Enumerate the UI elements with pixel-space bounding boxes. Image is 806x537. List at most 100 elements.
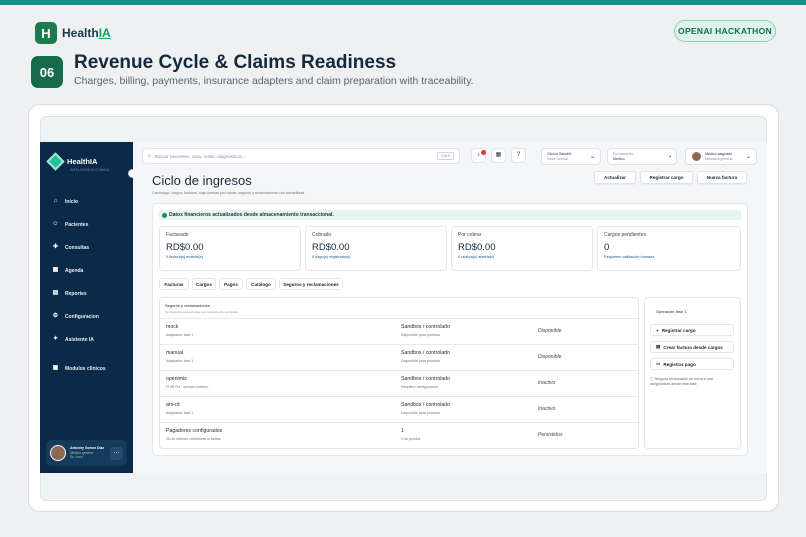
table-row-status: Inactivo [538, 406, 556, 412]
table-row-name-sub: Adaptador fase 1 [166, 333, 194, 337]
table-title: Seguros y reclamaciones [165, 303, 210, 308]
gear-icon: ⚙ [52, 313, 59, 319]
register-charge-button[interactable]: Registrar cargo [640, 171, 693, 184]
table-row-mode: Sandbox / controlado [401, 402, 451, 408]
plus-icon: + [656, 327, 659, 333]
wallet-icon: ▭ [656, 361, 661, 366]
page-title: Ciclo de ingresos [152, 173, 252, 188]
ops-register-charge-button[interactable]: + Registrar cargo [650, 324, 734, 336]
table-row-mode-sub: Disponible para pruebas [401, 359, 440, 363]
ops-create-invoice-button[interactable]: ▤ Crear factura desde cargos [650, 341, 734, 353]
check-icon [162, 212, 167, 218]
doctor-specialty: Medicina general [705, 156, 733, 161]
table-row-status: Disponible [538, 354, 562, 360]
insurance-table [159, 297, 639, 449]
table-row-name-sub: Adaptador fase 1 [166, 411, 194, 415]
table-row-name: mock [166, 324, 179, 330]
search-placeholder: Buscar pacientes, citas, notas, diagnóst… [154, 153, 246, 159]
search-icon: ⌕ [148, 153, 151, 159]
table-row-mode-sub: Requiere configuración [401, 385, 438, 389]
sidebar-item-pacientes[interactable]: ☺ Pacientes [52, 221, 88, 228]
row-divider [160, 370, 638, 371]
sidebar-item-agenda[interactable]: ▦ Agenda [52, 267, 84, 274]
sidebar-item-consultas[interactable]: ✚ Consultas [52, 244, 89, 251]
search-input[interactable]: ⌕ Buscar pacientes, citas, notas, diagnó… [142, 148, 460, 164]
calendar-button[interactable]: ▦ [491, 148, 506, 163]
sidebar-item-inicio[interactable]: ⌂ Inicio [52, 198, 78, 205]
table-row-mode-sub: Disponible para pruebas [401, 333, 440, 337]
clinic-branch: Sede Central [547, 156, 568, 161]
table-row-status: Disponible [538, 328, 562, 334]
table-row-mode: 1 [401, 428, 404, 434]
logo-mark-icon: H [35, 22, 57, 44]
chevron-down-icon: ⌄ [745, 154, 751, 160]
calendar-icon: ▦ [52, 267, 59, 273]
sparkle-icon: ✦ [52, 336, 59, 342]
tab-pagos[interactable]: Pagos [219, 278, 243, 290]
sidebar-item-asistente-ia[interactable]: ✦ Asistente IA [52, 336, 94, 343]
help-icon: ? [516, 152, 521, 158]
doctor-avatar [691, 151, 702, 162]
status-banner: Datos financieros actualizados desde alm… [159, 210, 741, 220]
help-button[interactable]: ? [511, 148, 526, 163]
healthia-logo: H HealthIA [35, 22, 111, 44]
document-icon: ▤ [656, 344, 661, 349]
sidebar-brand-sub: INTELIGENCIA CLÍNICA [70, 168, 109, 172]
more-options-icon[interactable]: … [110, 446, 123, 460]
doctor-select[interactable]: Médico asignado Medicina general ⌄ [685, 148, 757, 165]
ops-register-payment-button[interactable]: ▭ Registrar pago [650, 358, 734, 370]
clinic-select[interactable]: Clínica SaludIA Sede Central ⌄ [541, 148, 601, 165]
table-row-mode-sub: Disponible para pruebas [401, 411, 440, 415]
metric-cargos-pendientes: Cargos pendientes 0 Requieren validación… [597, 226, 741, 271]
role-select[interactable]: Rol asumido Médico ▪ [607, 148, 677, 165]
tab-facturas[interactable]: Facturas [159, 278, 189, 290]
operations-panel [644, 297, 741, 449]
table-row-name-sub: FHIR R4 · servicio externo [166, 385, 209, 389]
user-status: En línea [70, 455, 83, 460]
home-icon: ⌂ [53, 198, 58, 204]
new-invoice-button[interactable]: Nueva factura [697, 171, 747, 184]
table-subtitle: No disponible para esta fase, se mostrar… [165, 310, 240, 314]
notification-badge [481, 150, 486, 155]
search-shortcut: Ctrl K [437, 152, 454, 160]
metric-facturado: Facturado RD$0.00 0 factura(s) emitida(s… [159, 226, 301, 271]
sidebar-user-card[interactable]: Antoniry Gomez Díaz Médico general En lí… [46, 440, 127, 466]
lock-icon: ▪ [669, 153, 671, 160]
table-row-name-sub: Adaptador fase 1 [166, 359, 194, 363]
table-row-name: openimis [166, 376, 187, 382]
sidebar-brand-name: HealthIA [67, 157, 98, 166]
bell-icon: ♪ [477, 152, 480, 158]
table-row-name: Pagadores configurados [166, 428, 223, 434]
metric-cobrado: Cobrado RD$0.00 0 pago(s) registrado(s) [305, 226, 447, 271]
page-subtitle: Cardiologo, cargos, facturas, caja cuent… [152, 191, 306, 195]
hero-title: Revenue Cycle & Claims Readiness [74, 52, 397, 73]
grid-icon: ▣ [52, 365, 59, 371]
ops-title: Operación fase 1 [656, 309, 687, 314]
ops-note: ⓘ Ninguna reclamación se envía a una ase… [650, 377, 713, 386]
table-row-name: ars-rd [166, 402, 180, 408]
top-accent-bar [0, 0, 806, 5]
sidebar: HealthIA INTELIGENCIA CLÍNICA ⌂ Inicio ☺ P… [40, 142, 137, 473]
metric-por-cobrar: Por cobrar RD$0.00 0 factura(s) abierta(… [451, 226, 593, 271]
tab-cargos[interactable]: Cargos [192, 278, 216, 290]
row-divider [160, 422, 638, 423]
sidebar-item-configuracion[interactable]: ⚙ Configuracion [52, 313, 99, 320]
table-row-name-sub: No se infieren coberturas ni tarifas [166, 437, 221, 441]
user-icon: ☺ [52, 221, 59, 227]
refresh-button[interactable]: Actualizar [594, 171, 636, 184]
sidebar-item-modulos-clinicos[interactable]: ▣ Modulos clinicos [52, 365, 106, 372]
table-row-name: manual [166, 350, 184, 356]
calendar-icon: ▦ [495, 152, 502, 158]
table-row-mode: Sandbox / controlado [401, 324, 451, 330]
sidebar-item-reportes[interactable]: ▤ Reportes [52, 290, 87, 297]
table-row-mode: Sandbox / controlado [401, 376, 451, 382]
chart-icon: ▤ [52, 290, 59, 296]
tab-seguros-reclamaciones[interactable]: Seguros y reclamaciones [279, 278, 343, 290]
stethoscope-icon: ✚ [52, 244, 59, 250]
tab-catalogo[interactable]: Catálogo [246, 278, 276, 290]
brand-diamond-icon [46, 152, 65, 171]
row-divider [160, 318, 638, 319]
hero-subtitle: Charges, billing, payments, insurance ad… [74, 75, 474, 87]
banner-text: Datos financieros actualizados desde alm… [169, 212, 334, 218]
role-value: Médico [613, 156, 625, 161]
